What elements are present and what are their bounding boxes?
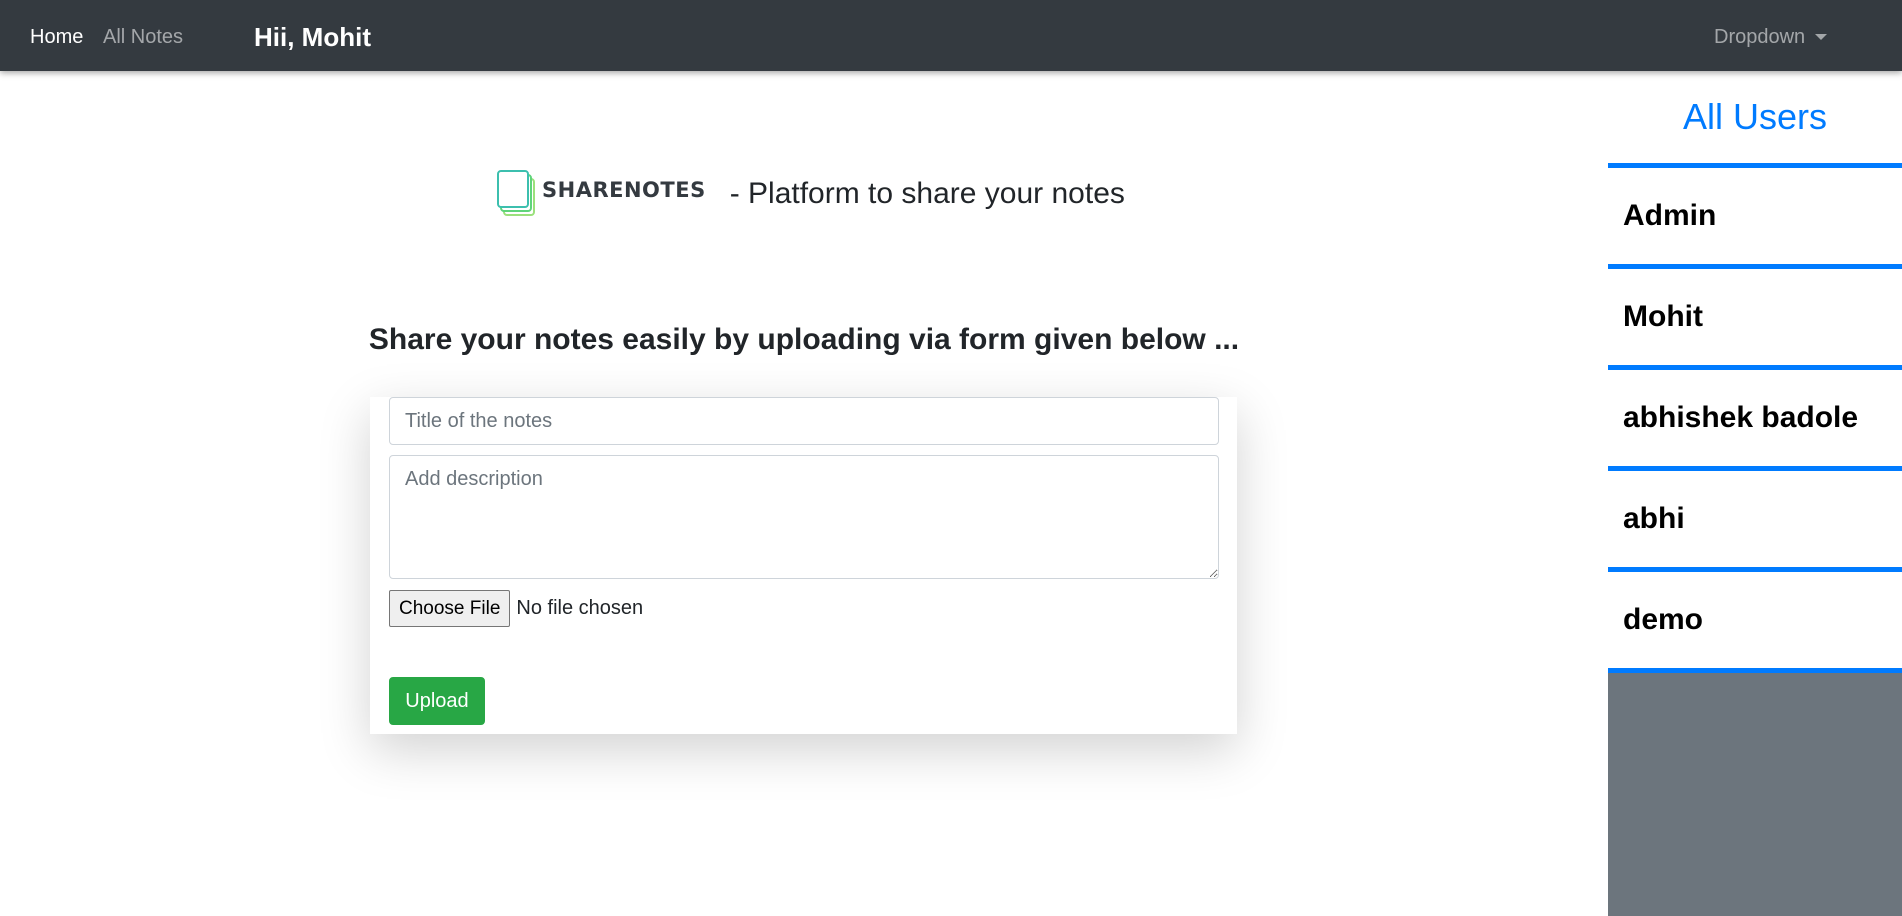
choose-file-button[interactable]: Choose File (389, 590, 511, 627)
nav-home-link[interactable]: Home (30, 25, 83, 49)
dropdown-toggle[interactable]: Dropdown (1714, 25, 1828, 49)
description-input[interactable] (389, 455, 1219, 579)
brand-row: SHARENOTES - Platform to share your note… (496, 170, 1125, 218)
sidebar-item-label: Mohit (1623, 300, 1703, 333)
caret-down-icon (1815, 34, 1828, 40)
navbar: Home All Notes Hii, Mohit Dropdown (0, 0, 1902, 71)
upload-button[interactable]: Upload (389, 677, 485, 725)
sidebar-item-label: abhi (1623, 502, 1685, 535)
sidebar-item-abhi[interactable]: abhi (1608, 471, 1902, 572)
users-sidebar: All Users Admin Mohit abhishek badole ab… (1608, 71, 1902, 916)
logo-text: SHARENOTES (542, 178, 706, 202)
user-greeting: Hii, Mohit (254, 22, 371, 52)
file-status: No file chosen (516, 597, 644, 619)
tagline: - Platform to share your notes (729, 177, 1125, 210)
sidebar-item-admin[interactable]: Admin (1608, 168, 1902, 269)
sidebar-item-demo[interactable]: demo (1608, 572, 1902, 673)
share-heading: Share your notes easily by uploading via… (368, 323, 1240, 356)
sidebar-item-label: Admin (1623, 199, 1717, 232)
nav-all-notes-link[interactable]: All Notes (103, 25, 183, 49)
upload-form: Choose File No file chosen Upload (370, 397, 1237, 734)
sidebar-item-abhishek-badole[interactable]: abhishek badole (1608, 370, 1902, 471)
sidebar-item-label: abhishek badole (1623, 401, 1859, 434)
sidebar-item-label: demo (1623, 603, 1704, 636)
sidebar-title: All Users (1682, 96, 1828, 137)
file-picker: Choose File No file chosen (389, 590, 643, 627)
sidebar-item-mohit[interactable]: Mohit (1608, 269, 1902, 370)
title-input[interactable] (389, 397, 1219, 445)
stacked-notes-icon (496, 170, 538, 218)
sidebar-header: All Users (1608, 71, 1902, 168)
dropdown-label: Dropdown (1714, 26, 1806, 48)
